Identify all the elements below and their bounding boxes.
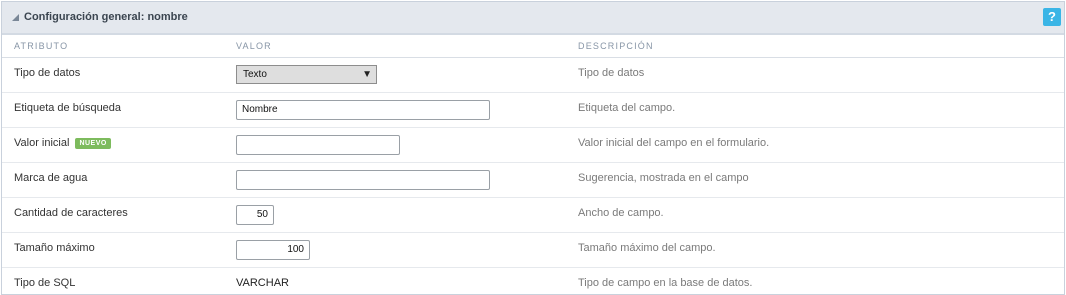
row-description: Etiqueta del campo.	[578, 102, 676, 114]
panel-title: Configuración general: nombre	[24, 11, 188, 23]
etiqueta-input[interactable]: Nombre	[236, 100, 490, 120]
column-header-value: VALOR	[236, 41, 272, 51]
row-tipo-sql: Tipo de SQL VARCHAR Tipo de campo en la …	[2, 268, 1064, 294]
row-label: Tamaño máximo	[14, 242, 95, 254]
row-cantidad: Cantidad de caracteres 50 Ancho de campo…	[2, 198, 1064, 233]
row-label: Tipo de SQL	[14, 277, 76, 289]
cantidad-input[interactable]: 50	[236, 205, 274, 225]
tipo-datos-select[interactable]: Texto ▼	[236, 65, 377, 84]
row-label-text: Valor inicial	[14, 137, 70, 149]
valor-inicial-input[interactable]	[236, 135, 400, 155]
row-tipo-datos: Tipo de datos Texto ▼ Tipo de datos	[2, 58, 1064, 93]
new-badge: NUEVO	[75, 138, 111, 149]
row-description: Tipo de campo en la base de datos.	[578, 277, 753, 289]
row-etiqueta: Etiqueta de búsqueda Nombre Etiqueta del…	[2, 93, 1064, 128]
column-header-attribute: ATRIBUTO	[14, 41, 69, 51]
marca-agua-input[interactable]	[236, 170, 490, 190]
tamano-input[interactable]: 100	[236, 240, 310, 260]
row-marca-agua: Marca de agua Sugerencia, mostrada en el…	[2, 163, 1064, 198]
row-description: Tamaño máximo del campo.	[578, 242, 716, 254]
tipo-sql-value: VARCHAR	[236, 277, 289, 289]
row-description: Valor inicial del campo en el formulario…	[578, 137, 770, 149]
row-description: Ancho de campo.	[578, 207, 664, 219]
settings-panel: Configuración general: nombre ? ATRIBUTO…	[1, 1, 1065, 295]
row-description: Sugerencia, mostrada en el campo	[578, 172, 749, 184]
collapse-triangle-icon[interactable]	[12, 14, 19, 21]
column-header-description: DESCRIPCIÓN	[578, 41, 654, 51]
row-valor-inicial: Valor inicial NUEVO Valor inicial del cam…	[2, 128, 1064, 163]
select-value: Texto	[243, 69, 267, 80]
row-label: Valor inicial NUEVO	[14, 137, 111, 149]
panel-header[interactable]: Configuración general: nombre ?	[2, 2, 1064, 35]
row-label: Marca de agua	[14, 172, 88, 184]
dropdown-arrow-icon: ▼	[362, 69, 372, 80]
row-description: Tipo de datos	[578, 67, 645, 79]
row-tamano: Tamaño máximo 100 Tamaño máximo del camp…	[2, 233, 1064, 268]
column-header-row: ATRIBUTO VALOR DESCRIPCIÓN	[2, 35, 1064, 58]
row-label: Etiqueta de búsqueda	[14, 102, 122, 114]
row-label: Cantidad de caracteres	[14, 207, 128, 219]
help-icon[interactable]: ?	[1043, 8, 1061, 26]
row-label: Tipo de datos	[14, 67, 81, 79]
